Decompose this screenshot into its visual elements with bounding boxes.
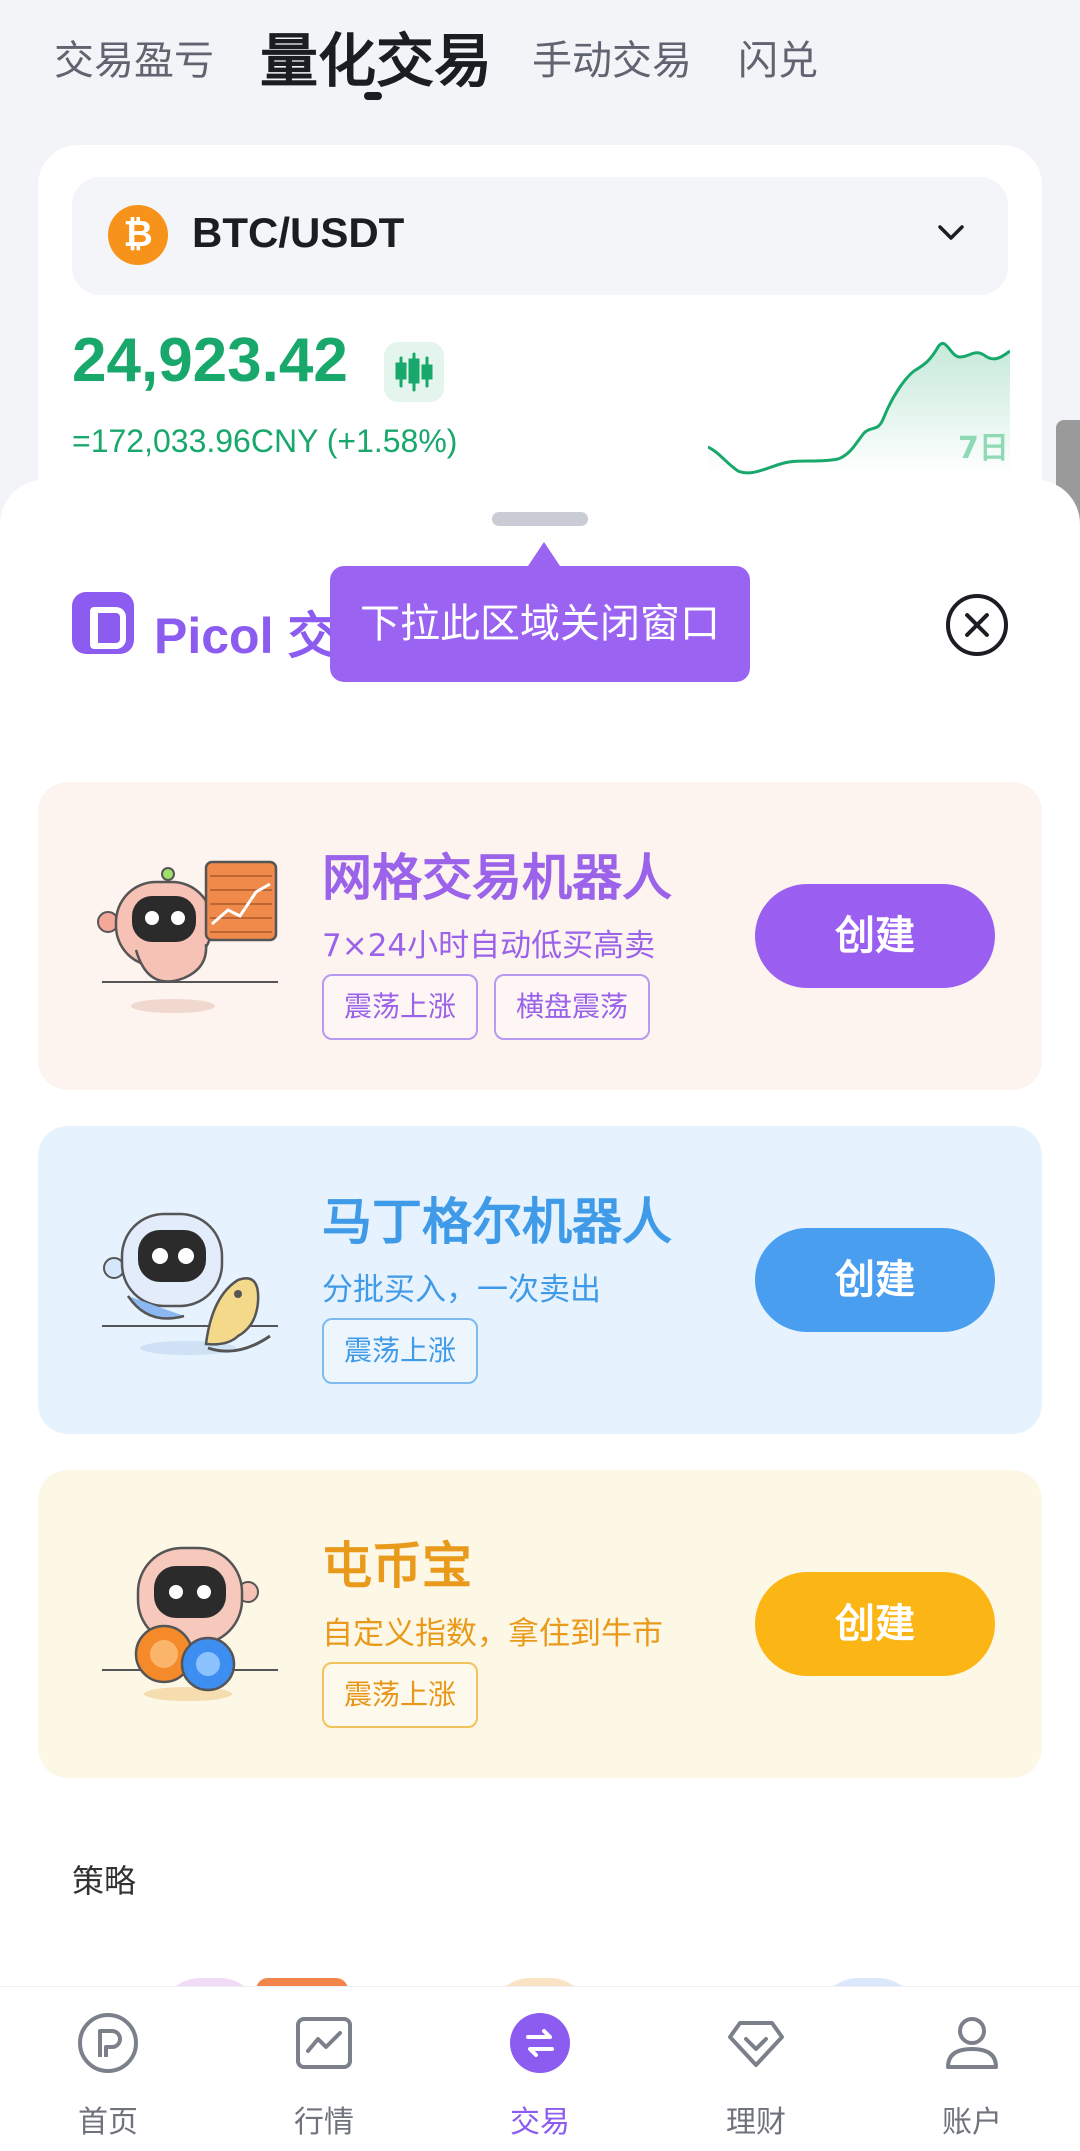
tab-trade-pnl[interactable]: 交易盈亏 xyxy=(54,28,214,86)
close-hint-tooltip: 下拉此区域关闭窗口 xyxy=(330,542,750,682)
bottom-nav: 首页 行情 交易 理财 账户 xyxy=(0,1986,1080,2151)
grid-robot-illustration-icon xyxy=(97,860,278,1013)
create-grid-bot-button[interactable]: 创建 xyxy=(755,884,995,988)
martingale-robot-illustration-icon xyxy=(102,1212,278,1355)
nav-label: 交易 xyxy=(510,2105,570,2140)
sheet-drag-handle[interactable] xyxy=(492,512,588,526)
candlestick-button[interactable] xyxy=(384,342,444,402)
tab-quant-trading[interactable]: 量化交易 xyxy=(260,14,492,98)
bot-description: 7×24小时自动低买高卖 xyxy=(322,928,656,964)
range-label: 7日 xyxy=(958,431,1009,466)
pair-name: BTC/USDT xyxy=(192,209,405,256)
diamond-icon xyxy=(728,2021,784,2067)
nav-market[interactable]: 行情 xyxy=(216,1987,432,2151)
bitcoin-icon: ₿ xyxy=(108,205,168,265)
fiat-price-change: =172,033.96CNY (+1.58%) xyxy=(72,423,458,459)
grid-bot-card[interactable]: 网格交易机器人 7×24小时自动低买高卖 震荡上涨 横盘震荡 创建 xyxy=(38,782,1042,1090)
strategy-heading: 策略 xyxy=(72,1862,137,1900)
create-hodl-bot-button[interactable]: 创建 xyxy=(755,1572,995,1676)
bot-description: 自定义指数，拿住到牛市 xyxy=(322,1616,663,1652)
nav-label: 行情 xyxy=(294,2105,354,2140)
bot-title: 屯币宝 xyxy=(322,1537,472,1595)
home-icon xyxy=(78,2013,138,2073)
chevron-down-icon xyxy=(938,225,964,240)
candlestick-icon xyxy=(395,352,433,392)
nav-finance[interactable]: 理财 xyxy=(648,1987,864,2151)
bot-title: 马丁格尔机器人 xyxy=(322,1193,672,1251)
hodl-bot-card[interactable]: 屯币宝 自定义指数，拿住到牛市 震荡上涨 创建 xyxy=(38,1470,1042,1778)
top-tabs: 交易盈亏 量化交易 手动交易 闪兑 xyxy=(0,0,1080,110)
bot-title: 网格交易机器人 xyxy=(322,849,672,907)
active-tab-indicator xyxy=(364,92,382,100)
market-card: ₿ BTC/USDT 24,923.42 =172,033.96CNY (+1.… xyxy=(38,145,1042,525)
create-martingale-bot-button[interactable]: 创建 xyxy=(755,1228,995,1332)
nav-label: 账户 xyxy=(942,2105,1002,2140)
bot-description: 分批买入，一次卖出 xyxy=(322,1272,601,1308)
pair-selector[interactable]: ₿ BTC/USDT xyxy=(72,177,1008,295)
nav-home[interactable]: 首页 xyxy=(0,1987,216,2151)
nav-label: 首页 xyxy=(78,2105,138,2140)
user-icon xyxy=(946,2017,998,2069)
tag: 震荡上涨 xyxy=(322,1318,479,1384)
hodl-robot-illustration-icon xyxy=(102,1546,278,1701)
martingale-bot-card[interactable]: 马丁格尔机器人 分批买入，一次卖出 震荡上涨 创建 xyxy=(38,1126,1042,1434)
tab-manual-trading[interactable]: 手动交易 xyxy=(532,28,692,86)
tag: 震荡上涨 xyxy=(322,974,479,1040)
chart-icon xyxy=(296,2017,352,2069)
nav-label: 理财 xyxy=(726,2105,786,2140)
swap-icon xyxy=(510,2013,570,2073)
last-price: 24,923.42 xyxy=(72,326,348,395)
brand-name: Picol 交 xyxy=(154,608,338,664)
quant-bot-sheet: Picol 交 下拉此区域关闭窗口 网格交易机器人 7×24小时自动低买高卖 震… xyxy=(0,480,1080,2151)
tab-flash-swap[interactable]: 闪兑 xyxy=(738,28,818,86)
nav-account[interactable]: 账户 xyxy=(864,1987,1080,2151)
picol-logo-icon xyxy=(72,592,134,654)
bot-tags: 震荡上涨 xyxy=(322,1318,479,1384)
bot-tags: 震荡上涨 xyxy=(322,1662,479,1728)
nav-trade[interactable]: 交易 xyxy=(432,1987,648,2151)
tag: 震荡上涨 xyxy=(322,1662,479,1728)
tag: 横盘震荡 xyxy=(494,974,651,1040)
close-icon[interactable] xyxy=(946,594,1008,656)
bot-tags: 震荡上涨 横盘震荡 xyxy=(322,974,651,1040)
